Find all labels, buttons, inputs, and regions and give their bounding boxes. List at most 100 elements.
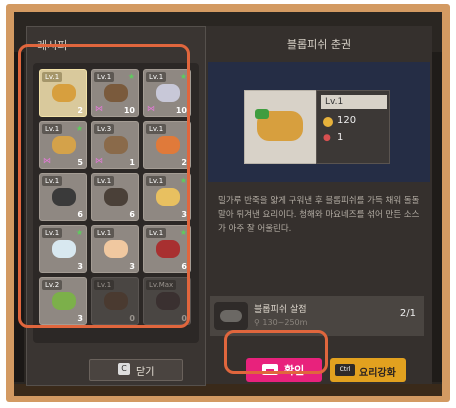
confirm-button[interactable]: 확인 <box>246 358 322 382</box>
recipe-slot-level: Lv.1 <box>42 228 63 238</box>
recipe-slot-count: 6 <box>181 262 187 271</box>
recipe-slot-count: 3 <box>181 210 187 219</box>
recipe-slot-level: Lv.1 <box>42 72 63 82</box>
recipe-slot-count: 1 <box>129 158 135 167</box>
recipe-stats: Lv.1 120 ● 1 <box>316 90 390 164</box>
recipe-dish-icon <box>156 240 180 258</box>
star-icon: ★ <box>179 72 187 81</box>
recipe-slot-count: 3 <box>77 262 83 271</box>
recipe-panel-title: 레시피 <box>37 39 68 52</box>
recipe-slot[interactable]: Lv.1 ★ ⋈ 10 <box>91 69 139 117</box>
recipe-slot[interactable]: Lv.Max 0 <box>143 277 191 325</box>
recipe-large-icon <box>244 90 318 164</box>
close-label: 닫기 <box>136 367 155 378</box>
ingredient-count: 2/1 <box>399 308 416 319</box>
recipe-slot-level: Lv.1 <box>94 72 115 82</box>
recipe-description: 밀가루 반죽을 얇게 구워낸 후 블롭피쉬를 가득 채워 돌돌 말아 튀겨낸 요… <box>218 196 420 234</box>
bow-icon: ⋈ <box>147 104 155 113</box>
ingredient-location: ⚲ 130~250m <box>254 318 308 327</box>
bow-icon: ⋈ <box>95 104 103 113</box>
recipe-slot-count: 3 <box>129 262 135 271</box>
recipe-slot-level: Lv.1 <box>94 228 115 238</box>
recipe-slot-level: Lv.1 <box>146 228 167 238</box>
recipe-slot[interactable]: Lv.3 ⋈ 1 <box>91 121 139 169</box>
bow-icon: ⋈ <box>43 156 51 165</box>
close-button[interactable]: C 닫기 <box>89 359 183 381</box>
recipe-stamina: 1 <box>337 132 344 143</box>
recipe-slot[interactable]: Lv.1 ★ ⋈ 10 <box>143 69 191 117</box>
coin-icon <box>323 117 333 127</box>
recipe-dish-icon <box>104 84 128 102</box>
ingredient-row[interactable]: 블롭피쉬 살점 ⚲ 130~250m 2/1 <box>210 296 424 336</box>
enhance-label: 요리강화 <box>359 368 396 379</box>
recipe-dish-icon <box>52 240 76 258</box>
recipe-slot[interactable]: Lv.1 6 <box>39 173 87 221</box>
recipe-detail-panel: 블롭피쉬 춘권 Lv.1 120 ● 1 밀가루 반죽을 얇게 구워낸 후 블롭… <box>206 26 432 384</box>
recipe-slot-level: Lv.1 <box>42 176 63 186</box>
recipe-level: Lv.1 <box>321 95 387 109</box>
recipe-slot-count: 10 <box>175 106 187 115</box>
blobfish-icon <box>214 302 248 330</box>
screenshot-frame: 레시피 Lv.1 2 Lv.1 ★ ⋈ 10 Lv.1 ★ ⋈ 10 Lv.1 ★ ⋈ 5 Lv.3 ⋈ 1 Lv… <box>0 0 456 408</box>
recipe-slot-count: 5 <box>77 158 83 167</box>
recipe-slot-count: 2 <box>77 106 83 115</box>
recipe-slot[interactable]: Lv.1 ★ ⋈ 5 <box>39 121 87 169</box>
recipe-panel: 레시피 Lv.1 2 Lv.1 ★ ⋈ 10 Lv.1 ★ ⋈ 10 Lv.1 ★ ⋈ 5 Lv.3 ⋈ 1 Lv… <box>26 26 206 386</box>
ingredient-name: 블롭피쉬 살점 <box>254 305 307 315</box>
recipe-slot[interactable]: Lv.1 0 <box>91 277 139 325</box>
spacebar-key-icon <box>262 364 278 375</box>
recipe-dish-icon <box>52 188 76 206</box>
recipe-slot[interactable]: Lv.1 2 <box>39 69 87 117</box>
recipe-slot-level: Lv.Max <box>146 280 177 290</box>
recipe-dish-icon <box>52 84 76 102</box>
recipe-price: 120 <box>337 115 357 126</box>
recipe-slot-count: 6 <box>77 210 83 219</box>
leaf-garnish-icon <box>255 109 269 119</box>
recipe-detail-title: 블롭피쉬 춘권 <box>286 38 352 51</box>
star-icon: ★ <box>179 228 187 237</box>
ingredient-depth: 130~250m <box>262 318 308 327</box>
star-icon: ★ <box>75 124 83 133</box>
recipe-dish-icon <box>52 292 76 310</box>
recipe-dish-icon <box>156 136 180 154</box>
recipe-slot-level: Lv.1 <box>146 176 167 186</box>
recipe-dish-icon <box>156 292 180 310</box>
recipe-slot-level: Lv.1 <box>146 124 167 134</box>
recipe-slot[interactable]: Lv.1 ★ 3 <box>39 225 87 273</box>
recipe-dish-icon <box>156 84 180 102</box>
star-icon: ★ <box>127 72 135 81</box>
recipe-slot[interactable]: Lv.1 3 <box>91 225 139 273</box>
close-key-hint: C <box>118 363 130 375</box>
recipe-slot[interactable]: Lv.1 2 <box>143 121 191 169</box>
recipe-dish-icon <box>104 136 128 154</box>
meat-icon: ● <box>323 133 331 143</box>
bow-icon: ⋈ <box>95 156 103 165</box>
recipe-slot-level: Lv.1 <box>42 124 63 134</box>
recipe-dish-icon <box>104 292 128 310</box>
recipe-dish-icon <box>104 240 128 258</box>
recipe-slot-count: 3 <box>77 314 83 323</box>
recipe-slot[interactable]: Lv.2 3 <box>39 277 87 325</box>
recipe-dish-icon <box>104 188 128 206</box>
recipe-dish-icon <box>156 188 180 206</box>
recipe-grid: Lv.1 2 Lv.1 ★ ⋈ 10 Lv.1 ★ ⋈ 10 Lv.1 ★ ⋈ 5 Lv.3 ⋈ 1 Lv.1 2 L… <box>33 63 199 343</box>
recipe-slot-count: 6 <box>129 210 135 219</box>
recipe-slot-level: Lv.3 <box>94 124 115 134</box>
confirm-label: 확인 <box>284 364 305 377</box>
recipe-slot-count: 2 <box>181 158 187 167</box>
ctrl-key-hint: Ctrl <box>335 364 355 376</box>
enhance-button[interactable]: Ctrl 요리강화 <box>330 358 406 382</box>
recipe-slot-level: Lv.1 <box>146 72 167 82</box>
recipe-slot[interactable]: Lv.1 ★ 6 <box>143 225 191 273</box>
left-edge-decoration <box>14 52 24 382</box>
recipe-slot-level: Lv.2 <box>42 280 63 290</box>
recipe-slot-count: 10 <box>123 106 135 115</box>
recipe-slot[interactable]: Lv.1 6 <box>91 173 139 221</box>
recipe-slot-count: 0 <box>129 314 135 323</box>
recipe-hero: Lv.1 120 ● 1 <box>208 62 430 182</box>
recipe-slot-level: Lv.1 <box>94 280 115 290</box>
star-icon: ★ <box>179 176 187 185</box>
recipe-slot-level: Lv.1 <box>94 176 115 186</box>
recipe-slot-count: 0 <box>181 314 187 323</box>
recipe-slot[interactable]: Lv.1 ★ 3 <box>143 173 191 221</box>
